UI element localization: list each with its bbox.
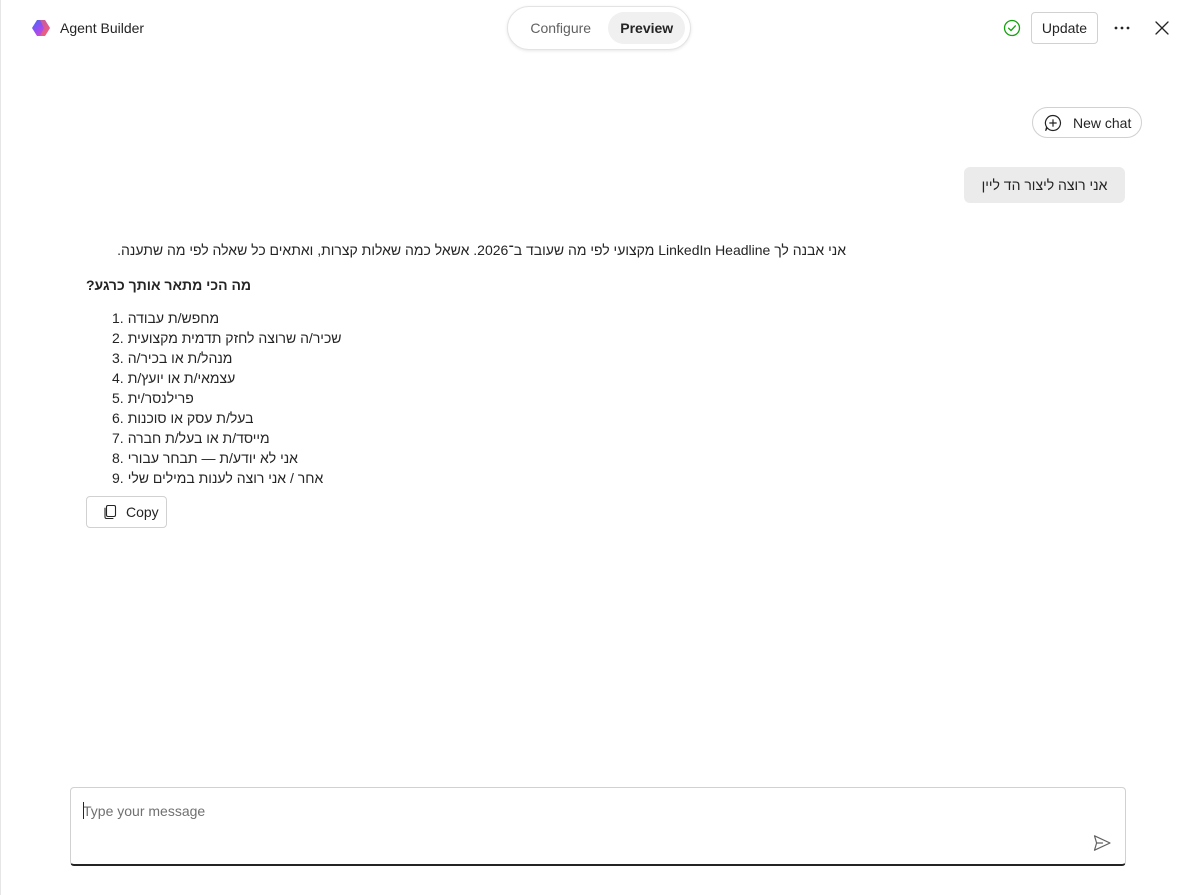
list-text: מייסד/ת או בעל/ת חברה: [127, 430, 270, 446]
new-chat-label: New chat: [1073, 114, 1132, 131]
list-text: מנהל/ת או בכיר/ה: [127, 350, 233, 366]
list-item: 8. אני לא יודע/ת — תבחר עבורי: [112, 448, 342, 468]
check-circle-icon: [1003, 19, 1021, 37]
list-item: 5. פרילנסר/ית: [112, 388, 342, 408]
update-button[interactable]: Update: [1031, 12, 1098, 44]
list-item: 3. מנהל/ת או בכיר/ה: [112, 348, 342, 368]
header: Agent Builder Configure Preview Update: [1, 0, 1189, 56]
message-input[interactable]: [83, 800, 1063, 822]
list-number: 3.: [112, 350, 124, 366]
list-number: 7.: [112, 430, 124, 446]
list-number: 1.: [112, 310, 124, 326]
list-item: 7. מייסד/ת או בעל/ת חברה: [112, 428, 342, 448]
brand: Agent Builder: [31, 18, 144, 38]
more-horizontal-icon: [1114, 26, 1130, 30]
list-text: פרילנסר/ית: [127, 390, 194, 406]
close-button[interactable]: [1152, 18, 1172, 38]
copy-label: Copy: [126, 504, 159, 520]
list-number: 9.: [112, 470, 124, 486]
tab-configure[interactable]: Configure: [513, 12, 608, 44]
list-item: 6. בעל/ת עסק או סוכנות: [112, 408, 342, 428]
chat-add-icon: [1044, 114, 1061, 131]
assistant-intro-text: אני אבנה לך LinkedIn Headline מקצועי לפי…: [117, 242, 846, 258]
copy-icon: [104, 504, 117, 520]
list-number: 5.: [112, 390, 124, 406]
options-list: 1. מחפש/ת עבודה 2. שכיר/ה שרוצה לחזק תדמית…: [112, 308, 342, 488]
list-item: 9. אחר / אני רוצה לענות במילים שלי: [112, 468, 342, 488]
list-text: אני לא יודע/ת — תבחר עבורי: [127, 450, 298, 466]
agent-builder-window: Agent Builder Configure Preview Update N…: [0, 0, 1189, 895]
list-item: 1. מחפש/ת עבודה: [112, 308, 342, 328]
copy-button[interactable]: Copy: [86, 496, 167, 528]
app-title: Agent Builder: [60, 20, 145, 36]
list-number: 6.: [112, 410, 124, 426]
list-number: 2.: [112, 330, 124, 346]
tab-preview[interactable]: Preview: [608, 12, 685, 44]
list-number: 4.: [112, 370, 124, 386]
list-item: 4. עצמאי/ת או יועץ/ת: [112, 368, 342, 388]
more-options-button[interactable]: [1111, 18, 1133, 38]
text-caret: [83, 802, 84, 819]
new-chat-button[interactable]: New chat: [1032, 107, 1142, 138]
list-number: 8.: [112, 450, 124, 466]
list-item: 2. שכיר/ה שרוצה לחזק תדמית מקצועית: [112, 328, 342, 348]
list-text: אחר / אני רוצה לענות במילים שלי: [127, 470, 324, 486]
list-text: עצמאי/ת או יועץ/ת: [127, 370, 236, 386]
copilot-logo-icon: [32, 20, 50, 36]
list-text: בעל/ת עסק או סוכנות: [127, 410, 254, 426]
send-button[interactable]: [1091, 832, 1113, 854]
assistant-question: מה הכי מתאר אותך כרגע?: [86, 277, 252, 293]
send-icon: [1093, 835, 1111, 851]
message-composer: [70, 787, 1126, 866]
mode-switch: Configure Preview: [507, 6, 691, 50]
close-icon: [1155, 21, 1169, 35]
list-text: מחפש/ת עבודה: [127, 310, 220, 326]
list-text: שכיר/ה שרוצה לחזק תדמית מקצועית: [127, 330, 342, 346]
user-message-bubble: אני רוצה ליצור הד ליין: [964, 167, 1125, 203]
